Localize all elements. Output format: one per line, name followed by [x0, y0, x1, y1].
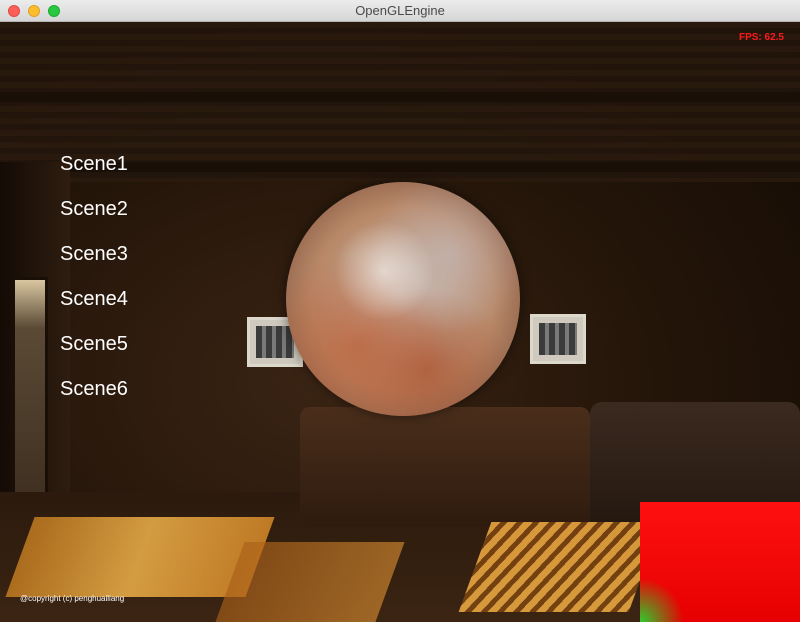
- scene-button-4[interactable]: Scene4: [60, 287, 128, 332]
- rusted-metal-sphere: [286, 182, 520, 416]
- sofa: [300, 407, 590, 527]
- wall-picture: [530, 314, 586, 364]
- copyright-text: @copyright (c) penghuailiang: [20, 594, 125, 603]
- window-title: OpenGLEngine: [355, 3, 445, 18]
- room-window: [12, 277, 48, 523]
- scene-button-3[interactable]: Scene3: [60, 242, 128, 287]
- scene-button-1[interactable]: Scene1: [60, 152, 128, 197]
- sunlight-patch: [215, 542, 405, 622]
- app-window: OpenGLEngine Scene1 Scene2 Scene3 Scene4…: [0, 0, 800, 622]
- ceiling-beam: [0, 92, 800, 102]
- scene-button-5[interactable]: Scene5: [60, 332, 128, 377]
- fps-counter: FPS: 62.5: [738, 32, 784, 43]
- scene-button-2[interactable]: Scene2: [60, 197, 128, 242]
- title-bar: OpenGLEngine: [0, 0, 800, 22]
- debug-texture-quad: [640, 502, 800, 622]
- coffee-table: [458, 522, 662, 612]
- scene-button-6[interactable]: Scene6: [60, 377, 128, 422]
- scene-menu: Scene1 Scene2 Scene3 Scene4 Scene5 Scene…: [60, 152, 128, 422]
- render-viewport[interactable]: Scene1 Scene2 Scene3 Scene4 Scene5 Scene…: [0, 22, 800, 622]
